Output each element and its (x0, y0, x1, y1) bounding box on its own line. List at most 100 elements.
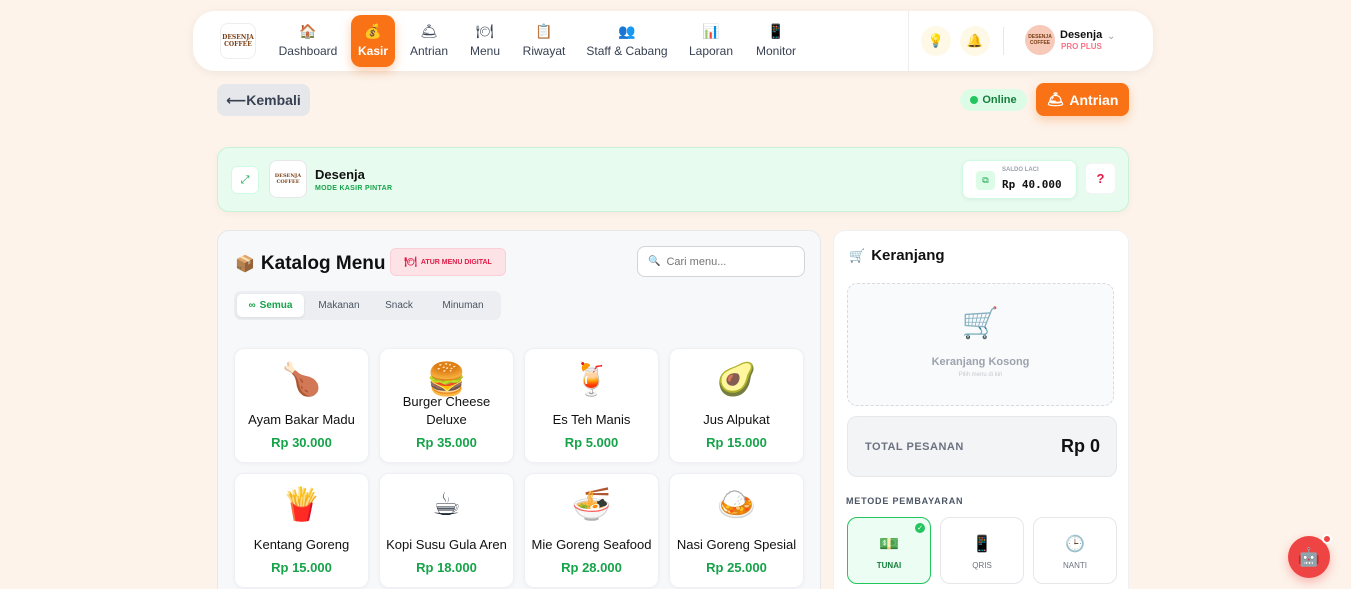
nav-label: Menu (469, 44, 501, 58)
menu-item-card[interactable]: 🍗 Ayam Bakar Madu Rp 30.000 (234, 348, 369, 463)
cash-icon: 💵 (879, 536, 899, 553)
cart-title: 🛒 Keranjang (849, 247, 945, 264)
menu-item-card[interactable]: 🍛 Nasi Goreng Spesial Rp 25.000 (669, 473, 804, 588)
search-input[interactable] (666, 255, 797, 268)
cashier-icon: 💰 (364, 23, 382, 39)
tab-label: Makanan (318, 300, 360, 311)
menu-item-name: Ayam Bakar Madu (248, 412, 355, 427)
antrian-label: Antrian (1069, 91, 1119, 108)
cart-icon: 🛒 (961, 307, 1000, 340)
menu-item-name: Kopi Susu Gula Aren (386, 537, 507, 552)
payment-nanti[interactable]: 🕒 NANTI (1033, 517, 1117, 584)
antrian-button[interactable]: 🛎 Antrian (1036, 83, 1129, 116)
check-icon: ✓ (915, 523, 925, 533)
catalog-panel: 📦 Katalog Menu 🍽 ATUR MENU DIGITAL 🔍 ∞ S… (217, 230, 821, 589)
brand-logo[interactable]: DESENJA COFFEE (220, 23, 256, 59)
noodle-icon: 🍜 (571, 486, 612, 522)
back-button[interactable]: ⟵Kembali (217, 84, 310, 116)
people-icon: 👥 (618, 23, 636, 39)
tab-snack[interactable]: Snack (374, 294, 424, 317)
nav-antrian[interactable]: 🛎 Antrian (405, 15, 453, 67)
menu-item-card[interactable]: 🍜 Mie Goreng Seafood Rp 28.000 (524, 473, 659, 588)
saldo-laci-card[interactable]: ⧉ SALDO LACI Rp 40.000 (962, 160, 1077, 199)
menu-item-name: Kentang Goreng (253, 537, 350, 552)
menu-item-price: Rp 35.000 (416, 435, 477, 450)
top-nav: DESENJA COFFEE 🏠 Dashboard 💰 Kasir 🛎 Antr… (193, 11, 1153, 71)
menu-item-card[interactable]: 🥑 Jus Alpukat Rp 15.000 (669, 348, 804, 463)
help-button[interactable]: ? (1085, 163, 1116, 194)
menu-item-card[interactable]: ☕ Kopi Susu Gula Aren Rp 18.000 (379, 473, 514, 588)
coffee-icon: ☕ (432, 486, 461, 522)
catalog-title-text: Katalog Menu (260, 253, 386, 274)
menu-plate-icon: 🍽 (476, 23, 494, 39)
empty-cart-placeholder: 🛒 Keranjang Kosong Pilih menu di kiri (847, 283, 1114, 406)
category-tabs: ∞ Semua Makanan Snack Minuman (234, 291, 501, 320)
nav-label: Dashboard (278, 44, 338, 58)
tips-button[interactable]: 💡 (921, 26, 951, 56)
nav-laporan[interactable]: 📊 Laporan (685, 15, 737, 67)
receipt-icon: 📋 (535, 23, 553, 39)
menu-item-price: Rp 15.000 (706, 435, 767, 450)
menu-plate-icon: 🍽 (404, 256, 417, 268)
nav-label: Monitor (755, 44, 796, 58)
nav-divider (1003, 27, 1004, 55)
notification-button[interactable]: 🔔 (960, 26, 990, 56)
store-bar: ⤢ DESENJA COFFEE Desenja MODE KASIR PINTA… (217, 147, 1129, 212)
nav-label: Riwayat (522, 44, 566, 58)
saldo-value: Rp 40.000 (1002, 178, 1062, 191)
search-box[interactable]: 🔍 (637, 246, 805, 277)
status-label: Online (982, 94, 1017, 106)
nav-dashboard[interactable]: 🏠 Dashboard (275, 15, 341, 67)
tab-makanan[interactable]: Makanan (310, 294, 368, 317)
menu-item-card[interactable]: 🍹 Es Teh Manis Rp 5.000 (524, 348, 659, 463)
user-plan-badge: PRO PLUS (1061, 42, 1102, 51)
nav-label: Kasir (357, 44, 389, 58)
payment-label: TUNAI (876, 561, 902, 570)
avatar[interactable]: DESENJA COFFEE (1025, 25, 1055, 55)
menu-item-card[interactable]: 🍟 Kentang Goreng Rp 15.000 (234, 473, 369, 588)
saldo-label: SALDO LACI (1002, 167, 1039, 173)
menu-item-price: Rp 15.000 (271, 560, 332, 575)
fries-icon: 🍟 (281, 486, 322, 522)
payment-qris[interactable]: 📱 QRIS (940, 517, 1024, 584)
menu-item-name: Es Teh Manis (552, 412, 631, 427)
bell-queue-icon: 🛎 (1046, 91, 1065, 107)
tab-minuman[interactable]: Minuman (430, 294, 496, 317)
chicken-icon: 🍗 (281, 361, 322, 397)
nav-label: Laporan (688, 44, 734, 58)
menu-item-card[interactable]: 🍔 Burger Cheese Deluxe Rp 35.000 (379, 348, 514, 463)
tablet-icon: 📱 (767, 23, 785, 39)
nav-monitor[interactable]: 📱 Monitor (753, 15, 799, 67)
box-icon: 📦 (235, 256, 255, 273)
chart-icon: 📊 (702, 23, 720, 39)
nav-riwayat[interactable]: 📋 Riwayat (519, 15, 569, 67)
nav-staff-cabang[interactable]: 👥 Staff & Cabang (585, 15, 669, 67)
nav-kasir[interactable]: 💰 Kasir (351, 15, 395, 67)
payment-label: NANTI (1063, 561, 1087, 570)
qris-icon: 📱 (972, 536, 992, 553)
total-box: TOTAL PESANAN Rp 0 (847, 416, 1117, 477)
menu-item-price: Rp 25.000 (706, 560, 767, 575)
cart-icon: 🛒 (849, 247, 866, 263)
avocado-icon: 🥑 (716, 361, 757, 397)
money-icon: ⧉ (976, 171, 995, 190)
tab-semua[interactable]: ∞ Semua (237, 294, 304, 317)
payment-tunai[interactable]: ✓ 💵 TUNAI (847, 517, 931, 584)
menu-item-name: Nasi Goreng Spesial (676, 537, 797, 552)
nav-menu[interactable]: 🍽 Menu (465, 15, 505, 67)
empty-cart-title: Keranjang Kosong (931, 356, 1030, 368)
user-name[interactable]: Desenja (1060, 29, 1102, 41)
bell-queue-icon: 🛎 (420, 23, 438, 39)
chevron-down-icon[interactable]: ⌄ (1107, 31, 1115, 42)
fullscreen-icon[interactable]: ⤢ (231, 166, 259, 194)
empty-cart-subtitle: Pilih menu di kiri (958, 372, 1003, 378)
nav-label: Staff & Cabang (586, 44, 668, 58)
rice-icon: 🍛 (716, 486, 757, 522)
menu-item-price: Rp 28.000 (561, 560, 622, 575)
atur-menu-digital-button[interactable]: 🍽 ATUR MENU DIGITAL (390, 248, 506, 276)
store-logo: DESENJA COFFEE (269, 160, 307, 198)
nav-divider (908, 11, 909, 71)
notification-dot (1322, 534, 1332, 544)
drink-icon: 🍹 (571, 361, 612, 397)
menu-item-price: Rp 5.000 (564, 435, 619, 450)
